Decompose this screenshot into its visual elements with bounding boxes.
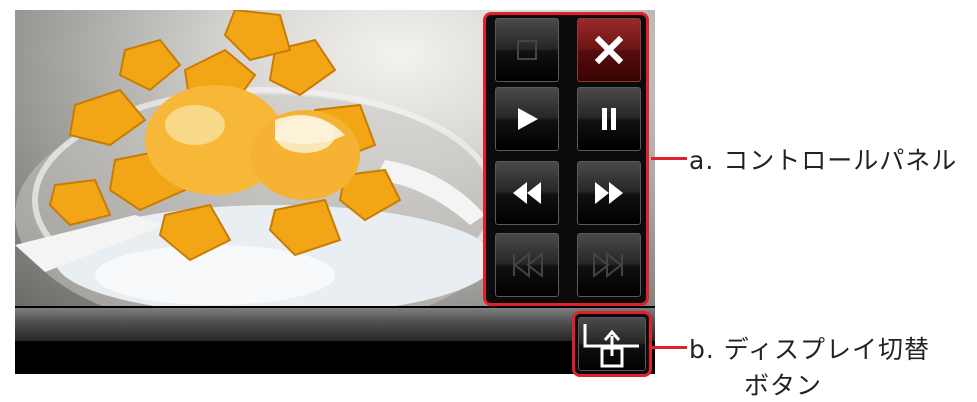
bottom-area <box>15 341 655 374</box>
play-button[interactable] <box>495 87 559 151</box>
callout-b-label: b. ディスプレイ切替 <box>689 335 931 364</box>
callout-a-label: a. コントロールパネル <box>689 146 958 175</box>
status-bar <box>15 308 655 341</box>
play-icon <box>518 108 538 130</box>
display-switch-button-highlight <box>572 311 652 377</box>
fast-forward-icon <box>595 182 623 204</box>
rewind-button[interactable] <box>495 161 559 225</box>
rewind-icon <box>513 182 541 204</box>
stop-button[interactable] <box>495 18 559 82</box>
pause-button[interactable] <box>577 87 641 151</box>
skip-next-icon <box>593 252 623 278</box>
display-switch-button[interactable] <box>578 317 646 371</box>
close-icon <box>594 35 624 65</box>
stop-icon <box>517 40 537 60</box>
next-track-button[interactable] <box>577 233 641 297</box>
skip-previous-icon <box>513 252 543 278</box>
control-panel <box>483 12 649 306</box>
callout-a-leader <box>651 157 687 160</box>
pause-icon <box>602 108 616 130</box>
previous-track-button[interactable] <box>495 233 559 297</box>
display-switch-icon <box>583 324 639 368</box>
close-button[interactable] <box>577 18 641 82</box>
fast-forward-button[interactable] <box>577 161 641 225</box>
callout-b-leader <box>652 346 687 349</box>
